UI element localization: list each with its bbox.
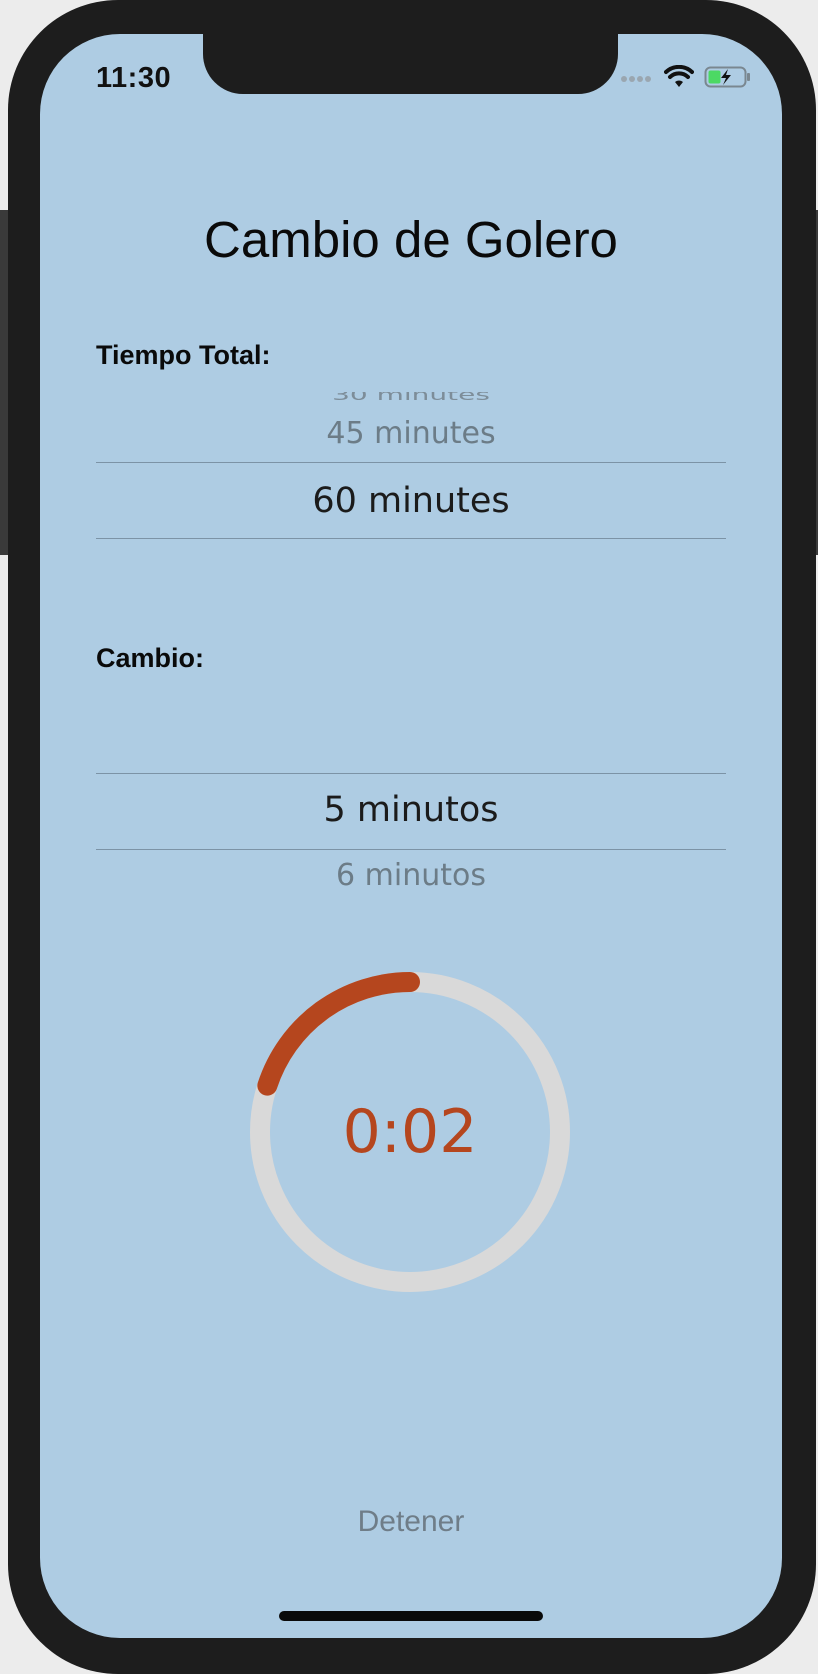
picker-option[interactable]: 45 minutes: [96, 414, 726, 454]
picker-selection-line: [96, 538, 726, 539]
cambio-picker[interactable]: 5 minutos 6 minutos: [96, 734, 726, 914]
wifi-icon: [664, 64, 694, 94]
picker-selection-line: [96, 462, 726, 463]
picker-option[interactable]: 6 minutos: [96, 856, 726, 896]
picker-selection-line: [96, 773, 726, 774]
app-screen: 11:30 Cambio de Golero Tiempo Total: 30 …: [40, 34, 782, 1638]
picker-option[interactable]: 30 minutes: [96, 392, 726, 404]
background-panel: [0, 210, 8, 555]
cambio-label: Cambio:: [96, 643, 204, 673]
countdown-time: 0:02: [342, 1097, 478, 1167]
page-title: Cambio de Golero: [204, 211, 618, 268]
device-notch: [203, 34, 618, 94]
picker-option-selected[interactable]: 60 minutes: [96, 477, 726, 525]
tiempo-total-picker[interactable]: 30 minutes 45 minutes 60 minutes: [96, 392, 726, 568]
battery-charging-icon: [704, 65, 752, 94]
home-indicator[interactable]: [279, 1611, 543, 1621]
picker-option-selected[interactable]: 5 minutos: [96, 786, 726, 834]
tiempo-total-label: Tiempo Total:: [96, 340, 271, 370]
status-icons: [620, 64, 752, 94]
status-time: 11:30: [96, 62, 172, 94]
picker-selection-line: [96, 849, 726, 850]
cellular-signal-icon: [620, 70, 654, 88]
countdown-timer: 0:02: [250, 972, 570, 1292]
stop-button[interactable]: Detener: [311, 1498, 511, 1546]
stage: 11:30 Cambio de Golero Tiempo Total: 30 …: [0, 0, 818, 1674]
